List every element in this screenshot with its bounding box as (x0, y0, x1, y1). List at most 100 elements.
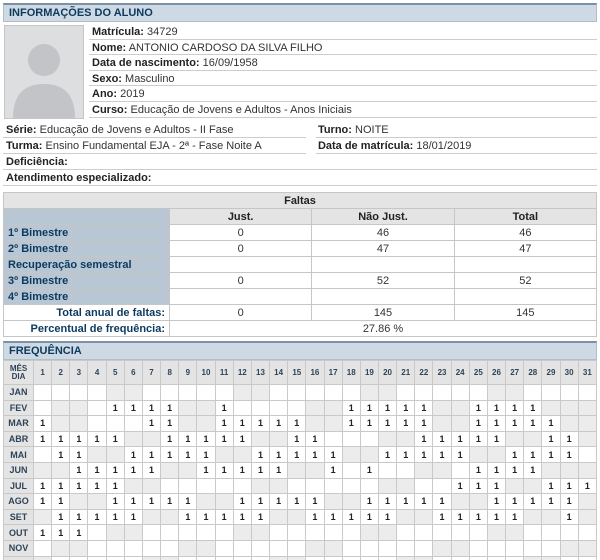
freq-month-row: OUT111 (4, 525, 597, 541)
freq-day-cell (469, 385, 487, 401)
freq-day-cell: 1 (306, 494, 324, 510)
freq-day-cell (215, 385, 233, 401)
freq-day-cell: 1 (306, 509, 324, 525)
freq-day-cell: 1 (70, 525, 88, 541)
freq-day-cell: 1 (397, 400, 415, 416)
freq-day-header: 24 (451, 361, 469, 385)
freq-day-cell (324, 478, 342, 494)
freq-day-cell: 1 (506, 416, 524, 432)
freq-day-cell: 1 (360, 462, 378, 478)
freq-day-cell (124, 431, 142, 447)
faltas-title: Faltas (4, 193, 597, 209)
info-field-row: Matrícula: 34729 (89, 24, 597, 40)
freq-day-cell: 1 (378, 494, 396, 510)
freq-day-cell: 1 (487, 431, 505, 447)
freq-day-cell (542, 462, 560, 478)
freq-day-cell (161, 509, 179, 525)
field-value: Educação de Jovens e Adultos - Anos Inic… (131, 104, 352, 116)
freq-day-cell: 1 (270, 494, 288, 510)
freq-day-cell (306, 478, 324, 494)
freq-day-cell (106, 416, 124, 432)
freq-day-cell (251, 478, 269, 494)
freq-day-cell (560, 462, 578, 478)
freq-day-cell (487, 556, 505, 560)
freq-day-cell (124, 416, 142, 432)
freq-day-cell (34, 556, 52, 560)
student-photo (4, 25, 84, 119)
freq-day-cell (487, 447, 505, 463)
freq-day-cell (52, 400, 70, 416)
freq-month-label: JUN (4, 462, 34, 478)
faltas-row-label: 1º Bimestre (4, 225, 170, 241)
freq-day-cell (506, 540, 524, 556)
freq-day-cell (487, 540, 505, 556)
info-field-row: Nome: ANTONIO CARDOSO DA SILVA FILHO (89, 40, 597, 56)
freq-day-cell: 1 (560, 478, 578, 494)
freq-day-cell (469, 556, 487, 560)
freq-day-cell: 1 (52, 509, 70, 525)
freq-day-cell (342, 431, 360, 447)
freq-day-cell (433, 462, 451, 478)
freq-day-cell: 1 (34, 416, 52, 432)
faltas-cell: 47 (454, 241, 596, 257)
freq-day-cell: 1 (142, 462, 160, 478)
freq-day-cell: 1 (433, 494, 451, 510)
freq-day-cell (142, 509, 160, 525)
freq-day-cell (179, 385, 197, 401)
freq-day-cell: 1 (288, 431, 306, 447)
freq-day-cell: 1 (34, 431, 52, 447)
freq-day-cell (415, 462, 433, 478)
freq-day-cell (270, 385, 288, 401)
freq-day-cell (233, 540, 251, 556)
info-field-row: Data de nascimento: 16/09/1958 (89, 55, 597, 71)
freq-day-header: 25 (469, 361, 487, 385)
student-info-body: Matrícula: 34729Nome: ANTONIO CARDOSO DA… (3, 22, 597, 122)
freq-day-cell (233, 385, 251, 401)
freq-day-cell (34, 509, 52, 525)
student-fields: Matrícula: 34729Nome: ANTONIO CARDOSO DA… (89, 24, 597, 121)
faltas-percent-value: 27.86 % (170, 321, 597, 337)
freq-corner-dia: DIA (12, 372, 26, 381)
freq-day-cell (233, 400, 251, 416)
freq-day-cell (288, 400, 306, 416)
freq-day-cell: 1 (542, 494, 560, 510)
freq-day-header: 11 (215, 361, 233, 385)
freq-day-cell (88, 494, 106, 510)
freq-day-cell: 1 (433, 509, 451, 525)
freq-day-cell (324, 494, 342, 510)
freq-day-cell: 1 (106, 478, 124, 494)
faltas-cell: 46 (312, 225, 454, 241)
freq-day-cell: 1 (70, 447, 88, 463)
freq-day-cell (433, 400, 451, 416)
freq-day-cell: 1 (451, 478, 469, 494)
freq-day-cell: 1 (524, 447, 542, 463)
faltas-colhead-row: Just. Não Just. Total (4, 209, 597, 225)
freq-day-cell: 1 (542, 431, 560, 447)
freq-day-cell (306, 540, 324, 556)
field-label: Turno: (318, 124, 352, 136)
freq-day-cell: 1 (52, 525, 70, 541)
faltas-total-cell: 145 (454, 305, 596, 321)
freq-day-cell (342, 385, 360, 401)
freq-day-header: 2 (52, 361, 70, 385)
freq-day-cell: 1 (469, 416, 487, 432)
freq-day-cell: 1 (560, 509, 578, 525)
freq-day-cell: 1 (88, 478, 106, 494)
person-silhouette-icon (5, 26, 83, 118)
faltas-row-label: 2º Bimestre (4, 241, 170, 257)
field-label: Atendimento especializado: (6, 172, 151, 184)
field-label: Nome: (92, 42, 126, 54)
freq-day-header: 9 (179, 361, 197, 385)
freq-day-cell: 1 (88, 509, 106, 525)
freq-day-cell (560, 556, 578, 560)
freq-day-cell (469, 447, 487, 463)
freq-day-cell (251, 540, 269, 556)
freq-day-cell (342, 447, 360, 463)
freq-day-cell (179, 400, 197, 416)
freq-day-cell (251, 525, 269, 541)
freq-day-cell (306, 462, 324, 478)
freq-day-cell (52, 556, 70, 560)
freq-day-cell (88, 416, 106, 432)
freq-day-cell: 1 (215, 416, 233, 432)
freq-day-cell: 1 (215, 509, 233, 525)
